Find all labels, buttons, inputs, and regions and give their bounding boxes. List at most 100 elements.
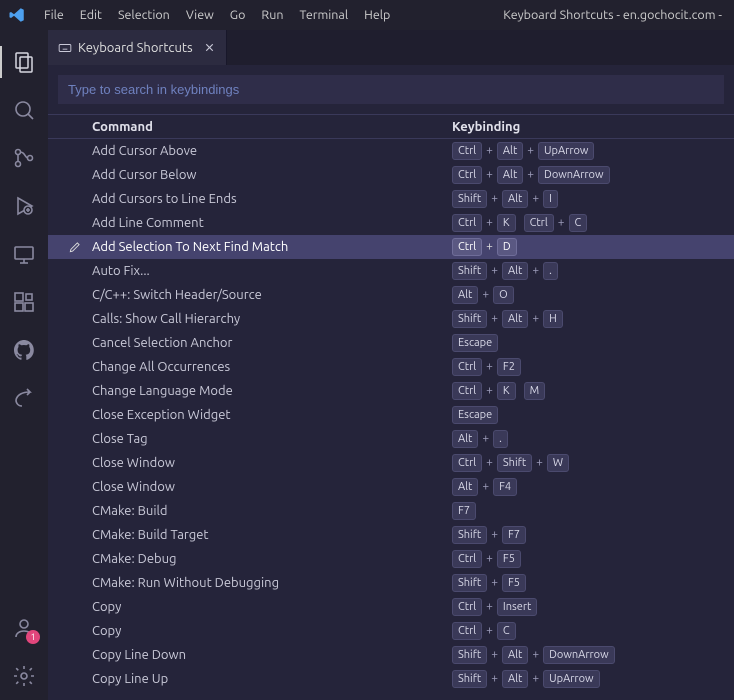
window-title: Keyboard Shortcuts - en.gochocit.com - [398, 8, 726, 22]
keybinding-cell: Escape [452, 334, 734, 352]
table-row[interactable]: Add Line CommentCtrl+KCtrl+C [48, 211, 734, 235]
command-cell: Add Cursor Below [92, 168, 452, 182]
menu-selection[interactable]: Selection [110, 4, 178, 26]
table-row[interactable]: Calls: Show Call HierarchyShift+Alt+H [48, 307, 734, 331]
table-row[interactable]: CopyCtrl+Insert [48, 595, 734, 619]
key-cap: Ctrl [452, 214, 482, 232]
github-icon[interactable] [0, 326, 48, 374]
keybinding-cell: Ctrl+Insert [452, 598, 734, 616]
header-command[interactable]: Command [92, 120, 452, 134]
table-row[interactable]: C/C++: Switch Header/SourceAlt+O [48, 283, 734, 307]
search-icon[interactable] [0, 86, 48, 134]
edit-pencil-icon[interactable] [68, 240, 82, 254]
table-row[interactable]: Add Selection To Next Find MatchCtrl+D [48, 235, 734, 259]
extensions-icon[interactable] [0, 278, 48, 326]
explorer-icon[interactable] [0, 38, 48, 86]
key-cap: Ctrl [452, 358, 482, 376]
table-row[interactable]: CopyCtrl+C [48, 619, 734, 643]
command-cell: Add Selection To Next Find Match [92, 240, 452, 254]
key-cap: Insert [497, 598, 537, 616]
menu-view[interactable]: View [178, 4, 222, 26]
command-cell: CMake: Debug [92, 552, 452, 566]
settings-gear-icon[interactable] [0, 652, 48, 700]
keybinding-search-input[interactable] [58, 75, 724, 104]
key-cap: Ctrl [524, 214, 554, 232]
table-row[interactable]: Add Cursor BelowCtrl+Alt+DownArrow [48, 163, 734, 187]
run-debug-icon[interactable] [0, 182, 48, 230]
key-cap: Shift [452, 670, 487, 688]
keybinding-cell: Shift+F7 [452, 526, 734, 544]
table-row[interactable]: CMake: DebugCtrl+F5 [48, 547, 734, 571]
keybinding-cell: Ctrl+Alt+UpArrow [452, 142, 734, 160]
command-cell: Cancel Selection Anchor [92, 336, 452, 350]
command-cell: Copy Line Down [92, 648, 452, 662]
menu-file[interactable]: File [36, 4, 72, 26]
command-cell: Close Window [92, 456, 452, 470]
key-cap: Alt [497, 142, 523, 160]
key-cap: UpArrow [543, 670, 599, 688]
keybinding-cell: Alt+. [452, 430, 734, 448]
share-icon[interactable] [0, 374, 48, 422]
command-cell: Close Tag [92, 432, 452, 446]
key-cap: . [493, 430, 508, 448]
keybinding-cell: Alt+F4 [452, 478, 734, 496]
keybinding-cell: Shift+Alt+DownArrow [452, 646, 734, 664]
command-cell: Close Exception Widget [92, 408, 452, 422]
table-row[interactable]: CMake: BuildF7 [48, 499, 734, 523]
table-row[interactable]: Add Cursors to Line EndsShift+Alt+I [48, 187, 734, 211]
key-cap: Ctrl [452, 550, 482, 568]
table-row[interactable]: Close WindowAlt+F4 [48, 475, 734, 499]
menu-help[interactable]: Help [356, 4, 398, 26]
key-cap: Alt [452, 478, 478, 496]
table-row[interactable]: Change Language ModeCtrl+KM [48, 379, 734, 403]
command-cell: CMake: Build [92, 504, 452, 518]
close-icon[interactable] [203, 41, 216, 54]
vscode-logo-icon [8, 6, 26, 24]
table-row[interactable]: Change All OccurrencesCtrl+F2 [48, 355, 734, 379]
menu-run[interactable]: Run [253, 4, 291, 26]
table-row[interactable]: Cancel Selection AnchorEscape [48, 331, 734, 355]
key-cap: Escape [452, 334, 498, 352]
activity-bar: 1 [0, 30, 48, 700]
table-row[interactable]: Copy Line DownShift+Alt+DownArrow [48, 643, 734, 667]
menu-bar: FileEditSelectionViewGoRunTerminalHelp [36, 4, 398, 26]
keybinding-cell: Ctrl+C [452, 622, 734, 640]
keybinding-cell: Ctrl+KCtrl+C [452, 214, 734, 232]
key-cap: Shift [452, 190, 487, 208]
keybinding-cell: Escape [452, 406, 734, 424]
key-cap: DownArrow [543, 646, 614, 664]
command-cell: Change All Occurrences [92, 360, 452, 374]
key-cap: Escape [452, 406, 498, 424]
table-row[interactable]: Add Cursor AboveCtrl+Alt+UpArrow [48, 139, 734, 163]
table-row[interactable]: Copy Line UpShift+Alt+UpArrow [48, 667, 734, 691]
key-cap: Alt [502, 262, 528, 280]
command-cell: Change Language Mode [92, 384, 452, 398]
key-cap: Shift [452, 262, 487, 280]
table-row[interactable]: CMake: Run Without DebuggingShift+F5 [48, 571, 734, 595]
menu-go[interactable]: Go [222, 4, 254, 26]
account-icon[interactable]: 1 [0, 604, 48, 652]
command-cell: Copy [92, 624, 452, 638]
tab-label: Keyboard Shortcuts [78, 41, 193, 55]
key-cap: F4 [493, 478, 517, 496]
command-cell: Add Cursor Above [92, 144, 452, 158]
table-row[interactable]: CMake: Build TargetShift+F7 [48, 523, 734, 547]
menu-edit[interactable]: Edit [72, 4, 110, 26]
keyboard-icon [58, 41, 72, 55]
header-keybinding[interactable]: Keybinding [452, 120, 734, 134]
key-cap: Shift [452, 646, 487, 664]
key-cap: O [493, 286, 514, 304]
keybinding-cell: Shift+Alt+. [452, 262, 734, 280]
keybinding-cell: Ctrl+Alt+DownArrow [452, 166, 734, 184]
table-row[interactable]: Close TagAlt+. [48, 427, 734, 451]
remote-explorer-icon[interactable] [0, 230, 48, 278]
key-cap: Alt [452, 286, 478, 304]
tab-keyboard-shortcuts[interactable]: Keyboard Shortcuts [48, 30, 227, 65]
key-cap: F5 [497, 550, 521, 568]
source-control-icon[interactable] [0, 134, 48, 182]
table-row[interactable]: Close Exception WidgetEscape [48, 403, 734, 427]
menu-terminal[interactable]: Terminal [291, 4, 356, 26]
key-cap: UpArrow [538, 142, 594, 160]
table-row[interactable]: Close WindowCtrl+Shift+W [48, 451, 734, 475]
table-row[interactable]: Auto Fix...Shift+Alt+. [48, 259, 734, 283]
